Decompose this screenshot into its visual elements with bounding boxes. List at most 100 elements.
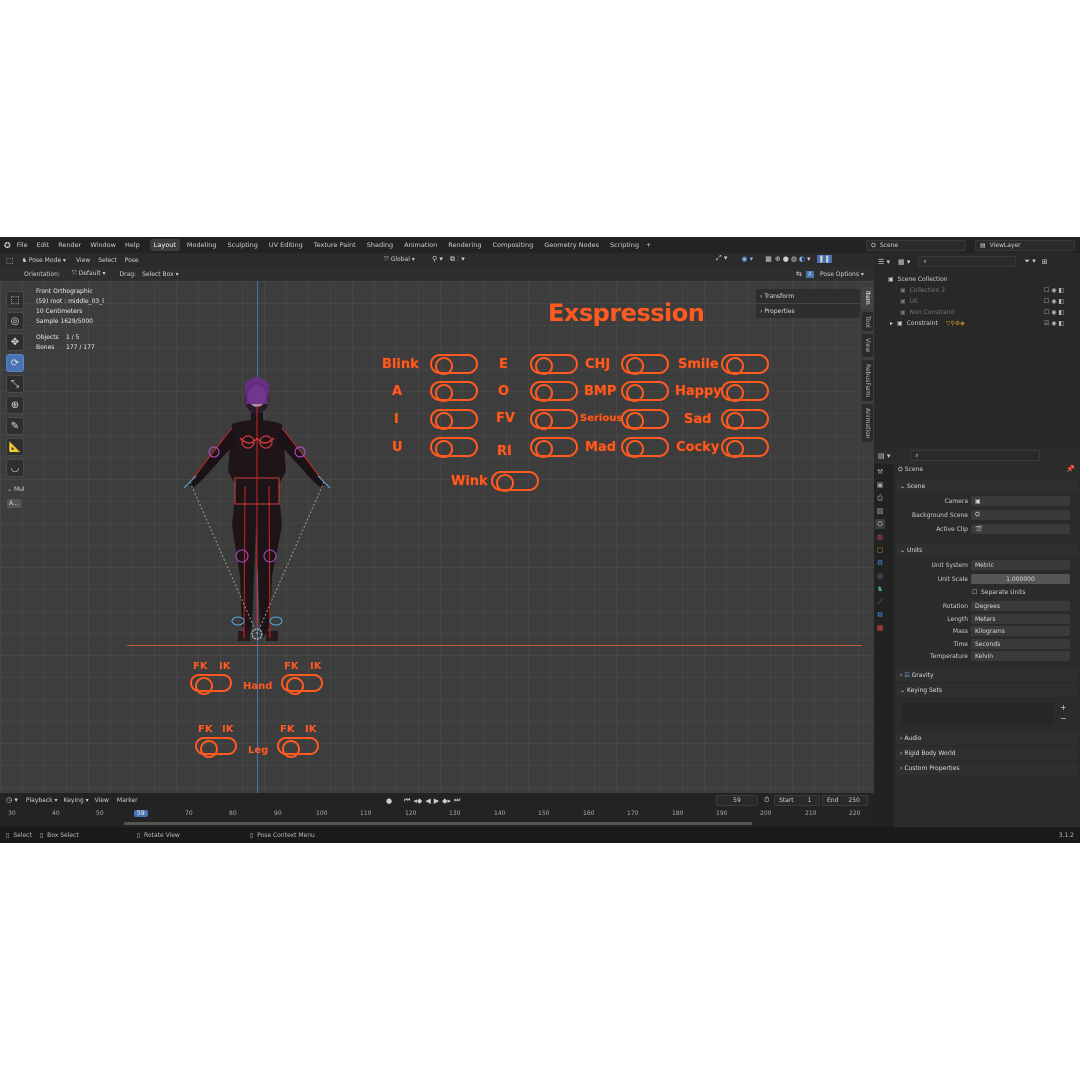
next-keyframe-icon[interactable]: ◆▸ bbox=[442, 797, 451, 805]
gravity-section-header[interactable]: › ☑ Gravity bbox=[896, 669, 1078, 682]
menu-render[interactable]: Render bbox=[58, 241, 81, 249]
expr-toggle-cocky[interactable] bbox=[721, 437, 769, 458]
expr-toggle-o[interactable] bbox=[530, 381, 578, 402]
tab-item[interactable]: Item bbox=[862, 287, 873, 309]
tab-layout[interactable]: Layout bbox=[149, 239, 180, 251]
timeline-scrollbar[interactable] bbox=[124, 822, 752, 825]
add-workspace-button[interactable]: + bbox=[646, 241, 651, 249]
stopwatch-icon[interactable]: ⏱ bbox=[764, 796, 769, 805]
leg-fkik-toggle-left[interactable] bbox=[195, 737, 237, 758]
expr-toggle-chj[interactable] bbox=[621, 354, 669, 375]
transform-panel[interactable]: › Transform bbox=[756, 289, 860, 303]
tab-texture-paint[interactable]: Texture Paint bbox=[310, 239, 360, 251]
expr-toggle-e[interactable] bbox=[530, 354, 578, 375]
tab-sculpting[interactable]: Sculpting bbox=[223, 239, 261, 251]
snap-icon[interactable]: ⧉ ⫶ ▾ bbox=[450, 255, 465, 264]
custom-properties-section-header[interactable]: › Custom Properties bbox=[896, 762, 1078, 775]
outliner-editor-icon[interactable]: ☰ ▾ bbox=[878, 258, 890, 266]
rotate-tool-icon[interactable]: ⟳ bbox=[6, 354, 24, 372]
3d-viewport[interactable]: ⬚ ◎ ✥ ⟳ ⤡ ⊕ ✎ 📐 ◡ ⌄ Mul A... Front Ortho… bbox=[0, 281, 874, 793]
pin-icon[interactable]: 📌 bbox=[1066, 465, 1075, 473]
view-layer-selector[interactable]: ▤ ViewLayer bbox=[975, 240, 1075, 251]
remove-keying-set-icon[interactable]: − bbox=[1060, 714, 1067, 723]
menu-help[interactable]: Help bbox=[125, 241, 140, 249]
timeline-editor-icon[interactable]: ◷ ▾ bbox=[6, 796, 18, 804]
camera-field[interactable]: ▣ bbox=[971, 496, 1070, 506]
tab-shading[interactable]: Shading bbox=[363, 239, 397, 251]
keying-sets-list[interactable] bbox=[902, 703, 1054, 725]
marker-menu[interactable]: Marker bbox=[117, 797, 138, 804]
keying-sets-section-header[interactable]: ⌄ Keying Sets bbox=[896, 684, 1078, 697]
length-dropdown[interactable]: Meters bbox=[971, 614, 1070, 624]
rigid-body-world-section-header[interactable]: › Rigid Body World bbox=[896, 747, 1078, 760]
rendered-shading-icon[interactable]: ◐ bbox=[799, 255, 805, 263]
tab-animation-panel[interactable]: Animation bbox=[862, 403, 873, 443]
tab-rebusfarm[interactable]: RebusFarm bbox=[862, 359, 873, 401]
play-reverse-icon[interactable]: ◀ bbox=[425, 797, 430, 805]
measure-tool-icon[interactable]: 📐 bbox=[6, 438, 24, 456]
tab-tool[interactable]: Tool bbox=[862, 311, 873, 332]
select-menu[interactable]: Select bbox=[98, 257, 117, 264]
last-operator-panel[interactable]: ⌄ Mul A... bbox=[7, 486, 25, 508]
separate-units-checkbox[interactable]: ☐ bbox=[972, 589, 977, 596]
sync-icon[interactable]: ⇆ bbox=[796, 270, 802, 278]
cursor-tool-icon[interactable]: ◎ bbox=[6, 312, 24, 330]
exclude-checkbox-icon[interactable]: ☐ ◉ ◧ bbox=[1044, 285, 1064, 296]
tool-icon[interactable]: ⚒ bbox=[875, 467, 885, 477]
expr-toggle-sad[interactable] bbox=[721, 409, 769, 430]
expr-toggle-blink[interactable] bbox=[430, 354, 478, 375]
shading-options-icon[interactable]: ▾ bbox=[807, 255, 811, 263]
exclude-checkbox-icon[interactable]: ☐ ◉ ◧ bbox=[1044, 307, 1064, 318]
exclude-checkbox-icon[interactable]: ☑ ◉ ◧ bbox=[1044, 318, 1064, 329]
transform-tool-icon[interactable]: ⊕ bbox=[6, 396, 24, 414]
add-keying-set-icon[interactable]: + bbox=[1060, 703, 1067, 712]
properties-editor-icon[interactable]: ▤ ▾ bbox=[878, 452, 890, 460]
active-clip-field[interactable]: 🎬 bbox=[971, 524, 1070, 534]
current-frame-marker[interactable]: 59 bbox=[134, 810, 148, 817]
new-collection-icon[interactable]: ⊞ bbox=[1042, 258, 1048, 266]
editor-type-icon[interactable]: ⬚ bbox=[6, 256, 14, 265]
menu-edit[interactable]: Edit bbox=[37, 241, 50, 249]
gravity-checkbox-icon[interactable]: ☑ bbox=[904, 672, 911, 679]
play-icon[interactable]: ▶ bbox=[434, 797, 439, 805]
background-scene-field[interactable]: ⛭ bbox=[971, 510, 1070, 520]
solid-shading-icon[interactable]: ● bbox=[783, 255, 789, 263]
tab-view[interactable]: View bbox=[862, 334, 873, 357]
current-frame-field[interactable]: 59 bbox=[716, 795, 758, 806]
outliner-search[interactable]: ⌕ bbox=[918, 256, 1017, 267]
character-rig[interactable] bbox=[160, 376, 360, 661]
pivot-icon[interactable]: ⚲ ▾ bbox=[432, 255, 443, 263]
tab-rendering[interactable]: Rendering bbox=[444, 239, 485, 251]
properties-panel[interactable]: › Properties bbox=[756, 304, 860, 318]
render-icon[interactable]: ▣ bbox=[875, 480, 885, 490]
jump-end-icon[interactable]: ⏭ bbox=[454, 796, 460, 805]
mirror-x-icon[interactable]: X bbox=[805, 270, 814, 278]
units-section-header[interactable]: ⌄ Units bbox=[896, 544, 1078, 557]
time-dropdown[interactable]: Seconds bbox=[971, 639, 1070, 649]
menu-file[interactable]: File bbox=[17, 241, 28, 249]
expr-toggle-happy[interactable] bbox=[721, 381, 769, 402]
expr-toggle-fv[interactable] bbox=[530, 409, 578, 430]
prev-keyframe-icon[interactable]: ◂◆ bbox=[413, 797, 422, 805]
exclude-checkbox-icon[interactable]: ☐ ◉ ◧ bbox=[1044, 296, 1064, 307]
expr-toggle-wink[interactable] bbox=[491, 471, 539, 492]
scale-tool-icon[interactable]: ⤡ bbox=[6, 375, 24, 393]
hand-fkik-toggle-right[interactable] bbox=[281, 674, 323, 695]
tab-scripting[interactable]: Scripting bbox=[606, 239, 643, 251]
scene-selector[interactable]: ⛭ Scene bbox=[866, 240, 966, 251]
jump-start-icon[interactable]: ⏮ bbox=[404, 796, 410, 805]
tab-animation[interactable]: Animation bbox=[400, 239, 441, 251]
rotation-dropdown[interactable]: Degrees bbox=[971, 601, 1070, 611]
expr-toggle-serious[interactable] bbox=[621, 409, 669, 430]
blender-logo-icon[interactable]: ✪ bbox=[4, 241, 11, 250]
unit-system-dropdown[interactable]: Metric bbox=[971, 560, 1070, 570]
temperature-dropdown[interactable]: Kelvin bbox=[971, 651, 1070, 661]
transform-orientation-dropdown[interactable]: ⤧ Global ▾ bbox=[384, 256, 415, 264]
tab-modeling[interactable]: Modeling bbox=[183, 239, 221, 251]
properties-search[interactable]: ⌕ bbox=[910, 450, 1041, 461]
expr-toggle-smile[interactable] bbox=[721, 354, 769, 375]
orientation-value[interactable]: ⤧ Default ▾ bbox=[72, 270, 106, 278]
select-tool-icon[interactable]: ⬚ bbox=[6, 291, 24, 309]
outliner-scene-collection[interactable]: ▣ Scene Collection bbox=[874, 274, 1080, 285]
start-frame-field[interactable]: Start 1 bbox=[774, 795, 820, 806]
